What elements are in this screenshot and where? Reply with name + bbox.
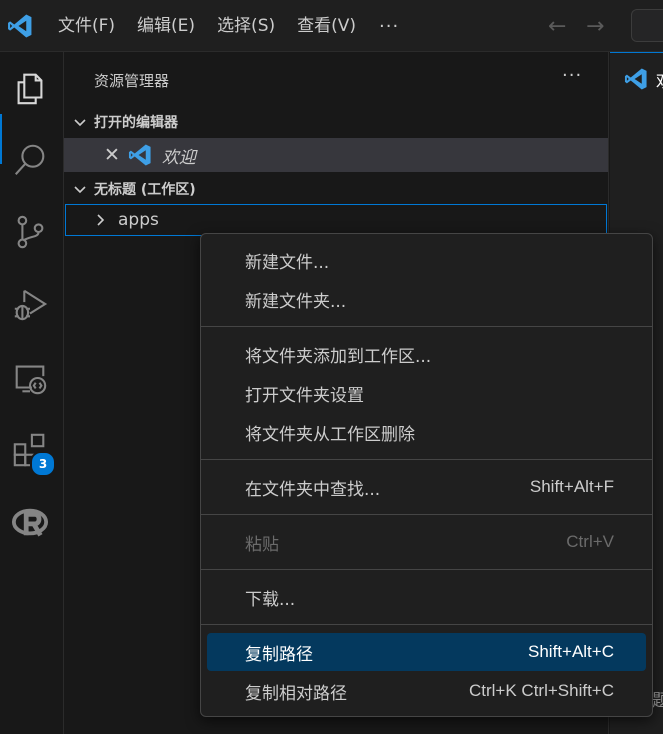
menu-more-button[interactable]: ···	[367, 16, 411, 37]
vscode-file-icon	[624, 68, 647, 90]
menu-separator	[201, 326, 652, 327]
activity-bar: 3	[0, 52, 64, 734]
source-control-button[interactable]	[8, 210, 52, 254]
menu-item-new-file[interactable]: 新建文件...	[207, 241, 646, 279]
chevron-down-icon	[74, 119, 86, 127]
remote-explorer-button[interactable]	[8, 356, 52, 400]
menu-item-label: 复制路径	[245, 644, 313, 665]
workspace-label: 无标题 (工作区)	[94, 182, 196, 198]
folder-label: apps	[118, 210, 159, 230]
menu-item-download[interactable]: 下载...	[207, 578, 646, 616]
menu-item-label: 将文件夹添加到工作区...	[245, 346, 432, 367]
menu-item-label: 在文件夹中查找...	[245, 479, 381, 500]
vscode-logo-icon	[8, 14, 32, 38]
r-icon	[11, 508, 49, 537]
command-center-search[interactable]	[631, 9, 663, 42]
vscode-file-icon	[128, 144, 151, 166]
active-indicator	[0, 114, 2, 164]
menu-item-label: 新建文件...	[245, 252, 330, 273]
menu-item-open-folder-settings[interactable]: 打开文件夹设置	[207, 374, 646, 412]
menu-separator	[201, 514, 652, 515]
tab-welcome[interactable]: 欢	[610, 52, 663, 104]
open-editor-item-welcome[interactable]: ✕ 欢迎	[64, 138, 608, 172]
run-debug-icon	[14, 289, 48, 321]
menu-item-shortcut: Ctrl+V	[566, 532, 614, 551]
menu-item-remove-folder[interactable]: 将文件夹从工作区删除	[207, 413, 646, 451]
menu-separator	[201, 459, 652, 460]
sidebar-title: 资源管理器	[94, 72, 170, 90]
open-editors-header[interactable]: 打开的编辑器	[64, 107, 608, 137]
r-extension-button[interactable]	[8, 500, 52, 544]
menu-item-shortcut: Shift+Alt+F	[529, 477, 614, 496]
menu-item-new-folder[interactable]: 新建文件夹...	[207, 280, 646, 318]
back-arrow-icon[interactable]: ←	[548, 14, 566, 39]
tab-label: 欢	[656, 67, 663, 92]
sidebar-more-button[interactable]: ···	[562, 65, 582, 86]
remote-explorer-icon	[15, 365, 47, 395]
search-icon	[14, 144, 45, 175]
menu-item-copy-path[interactable]: 复制路径 Shift+Alt+C	[207, 633, 646, 671]
explorer-button[interactable]	[8, 66, 52, 110]
open-editors-label: 打开的编辑器	[94, 115, 178, 131]
forward-arrow-icon[interactable]: →	[586, 14, 604, 39]
menu-view[interactable]: 查看(V)	[286, 0, 367, 52]
menu-item-shortcut: Shift+Alt+C	[528, 642, 614, 661]
open-editor-label: 欢迎	[161, 147, 196, 168]
menu-item-copy-relative-path[interactable]: 复制相对路径 Ctrl+K Ctrl+Shift+C	[207, 672, 646, 710]
menu-item-label: 将文件夹从工作区删除	[245, 424, 415, 445]
menu-item-shortcut: Ctrl+K Ctrl+Shift+C	[468, 681, 614, 700]
run-debug-button[interactable]	[8, 282, 52, 326]
folder-item-apps[interactable]: apps	[65, 204, 607, 236]
menu-edit[interactable]: 编辑(E)	[126, 0, 206, 52]
extensions-badge: 3	[30, 451, 56, 477]
search-button[interactable]	[8, 138, 52, 182]
menu-item-label: 粘贴	[245, 534, 279, 555]
chevron-down-icon	[74, 186, 86, 194]
context-menu: 新建文件... 新建文件夹... 将文件夹添加到工作区... 打开文件夹设置 将…	[200, 233, 653, 717]
source-control-icon	[17, 215, 44, 249]
menu-bar: 文件(F) 编辑(E) 选择(S) 查看(V) ···	[47, 0, 411, 52]
menu-file[interactable]: 文件(F)	[47, 0, 126, 52]
menu-item-label: 打开文件夹设置	[245, 385, 364, 406]
menu-item-label: 新建文件夹...	[245, 291, 347, 312]
menu-item-add-folder-to-workspace[interactable]: 将文件夹添加到工作区...	[207, 335, 646, 373]
files-icon	[17, 73, 43, 105]
menu-item-label: 复制相对路径	[245, 683, 347, 704]
chevron-right-icon	[97, 214, 105, 226]
menu-separator	[201, 624, 652, 625]
title-bar: 文件(F) 编辑(E) 选择(S) 查看(V) ··· ← →	[0, 0, 663, 52]
close-icon[interactable]: ✕	[104, 144, 120, 166]
menu-item-label: 下载...	[245, 589, 296, 610]
menu-item-paste[interactable]: 粘贴 Ctrl+V	[207, 523, 646, 561]
workspace-header[interactable]: 无标题 (工作区)	[64, 174, 608, 204]
menu-selection[interactable]: 选择(S)	[206, 0, 286, 52]
editor-peek-text: 题	[652, 691, 663, 711]
menu-separator	[201, 569, 652, 570]
menu-item-find-in-folder[interactable]: 在文件夹中查找... Shift+Alt+F	[207, 468, 646, 506]
